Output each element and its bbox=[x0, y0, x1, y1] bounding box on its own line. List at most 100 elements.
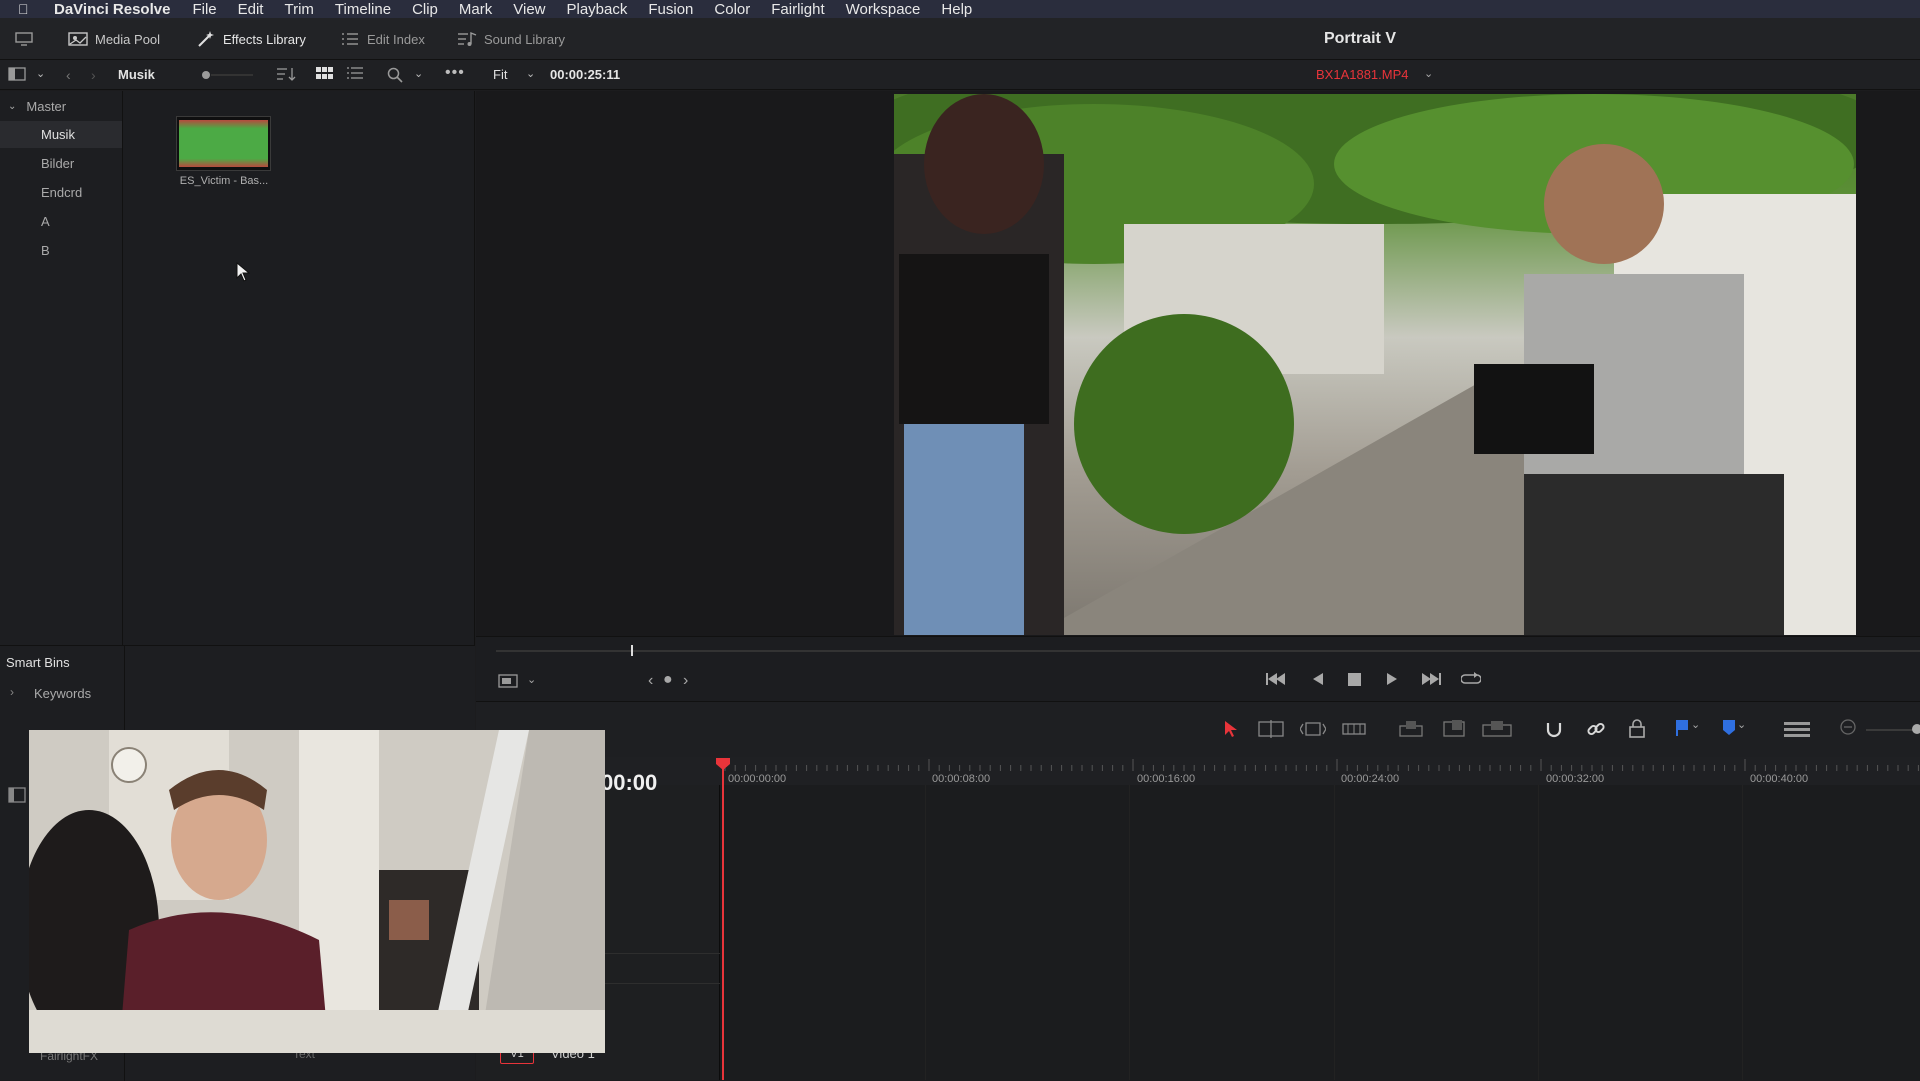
menu-file[interactable]: File bbox=[192, 1, 216, 18]
ruler-ticks bbox=[724, 759, 1919, 771]
bin-item-musik[interactable]: Musik bbox=[0, 121, 122, 148]
menu-help[interactable]: Help bbox=[941, 1, 972, 18]
menu-edit[interactable]: Edit bbox=[238, 1, 264, 18]
forward-arrow-icon[interactable]: › bbox=[91, 67, 96, 83]
grid-view-icon[interactable] bbox=[316, 67, 334, 81]
bin-item-endcrd[interactable]: Endcrd bbox=[0, 179, 122, 206]
flag-chevron-icon[interactable]: ⌄ bbox=[1691, 718, 1700, 731]
sound-library-button[interactable]: Sound Library bbox=[457, 28, 565, 50]
grid-line bbox=[925, 785, 926, 1080]
edit-index-button[interactable]: Edit Index bbox=[340, 28, 425, 50]
scrubber-playhead[interactable] bbox=[631, 645, 633, 656]
menu-workspace[interactable]: Workspace bbox=[846, 1, 921, 18]
stop-icon[interactable] bbox=[1348, 673, 1361, 691]
bin-master[interactable]: ⌄ Master bbox=[0, 93, 122, 120]
timeline-zoom-handle[interactable] bbox=[1912, 724, 1920, 734]
prev-clip-icon[interactable]: ‹ bbox=[648, 672, 653, 690]
snapping-icon[interactable] bbox=[1544, 719, 1564, 744]
clip-name-select[interactable]: BX1A1881.MP4 bbox=[1316, 67, 1409, 82]
menu-app-name[interactable]: DaVinci Resolve bbox=[54, 1, 170, 18]
blade-tool-icon[interactable] bbox=[1342, 720, 1366, 743]
media-clip-thumbnail[interactable] bbox=[176, 116, 271, 171]
media-clip-label: ES_Victim - Bas... bbox=[179, 175, 269, 187]
webcam-overlay bbox=[29, 730, 605, 1053]
dynamic-trim-icon[interactable] bbox=[1299, 720, 1327, 743]
bin-item-a[interactable]: A bbox=[0, 208, 122, 235]
timeline-playhead[interactable] bbox=[722, 759, 724, 1080]
search-options-chevron-icon[interactable]: ⌄ bbox=[414, 67, 423, 80]
bin-item-b[interactable]: B bbox=[0, 237, 122, 264]
clip-name-chevron-icon[interactable]: ⌄ bbox=[1424, 67, 1433, 80]
jump-to-start-icon[interactable] bbox=[1266, 672, 1286, 691]
chevron-down-icon: ⌄ bbox=[8, 101, 17, 112]
menu-trim[interactable]: Trim bbox=[284, 1, 313, 18]
more-options-icon[interactable]: ••• bbox=[445, 64, 465, 82]
reverse-play-icon[interactable] bbox=[1312, 672, 1324, 691]
menu-clip[interactable]: Clip bbox=[412, 1, 438, 18]
selection-tool-icon[interactable] bbox=[1224, 720, 1238, 743]
timeline-ruler[interactable]: 00:00:00:00 00:00:08:00 00:00:16:00 00:0… bbox=[605, 757, 1920, 785]
viewer-zoom-select[interactable]: Fit bbox=[493, 67, 507, 82]
bin-item-label: B bbox=[41, 243, 50, 258]
bin-item-bilder[interactable]: Bilder bbox=[0, 150, 122, 177]
play-icon[interactable] bbox=[1386, 672, 1398, 691]
menu-fusion[interactable]: Fusion bbox=[648, 1, 693, 18]
overwrite-clip-icon[interactable] bbox=[1442, 720, 1466, 743]
chevron-down-icon[interactable]: ⌄ bbox=[36, 67, 45, 80]
marker-icon[interactable] bbox=[1722, 719, 1736, 742]
menu-view[interactable]: View bbox=[513, 1, 545, 18]
next-clip-icon[interactable]: › bbox=[683, 672, 688, 690]
menu-fairlight[interactable]: Fairlight bbox=[771, 1, 824, 18]
marker-chevron-icon[interactable]: ⌄ bbox=[1737, 718, 1746, 731]
replace-clip-icon[interactable] bbox=[1482, 720, 1512, 743]
monitor-icon bbox=[14, 31, 34, 47]
zoom-out-icon[interactable] bbox=[1840, 719, 1856, 740]
viewer-frame[interactable] bbox=[894, 94, 1856, 635]
media-pool-label: Media Pool bbox=[95, 31, 161, 47]
viewer-layout-chevron-icon[interactable]: ⌄ bbox=[527, 673, 536, 686]
bin-list-panel: ⌄ Master Musik Bilder Endcrd A B bbox=[0, 91, 123, 731]
zoom-chevron-icon[interactable]: ⌄ bbox=[526, 67, 535, 80]
scrubber-track[interactable] bbox=[496, 650, 1920, 652]
timeline-toolbar: ⌄ ⌄ bbox=[476, 701, 1920, 757]
sort-icon[interactable] bbox=[276, 67, 296, 81]
chevron-right-icon[interactable]: › bbox=[10, 685, 14, 699]
menu-color[interactable]: Color bbox=[714, 1, 750, 18]
list-view-icon[interactable] bbox=[347, 67, 363, 79]
panel-toggle-icon[interactable] bbox=[8, 787, 26, 808]
apple-icon[interactable]:  bbox=[18, 1, 36, 17]
trim-tool-icon[interactable] bbox=[1258, 720, 1284, 743]
edit-index-label: Edit Index bbox=[367, 31, 425, 47]
bin-item-label: Musik bbox=[41, 127, 75, 142]
audio-waveform-icon bbox=[179, 120, 268, 167]
flag-icon[interactable] bbox=[1676, 719, 1690, 742]
insert-clip-icon[interactable] bbox=[1398, 720, 1424, 743]
loop-icon[interactable] bbox=[1460, 671, 1482, 692]
linked-selection-icon[interactable] bbox=[1586, 719, 1606, 744]
back-arrow-icon[interactable]: ‹ bbox=[66, 67, 71, 83]
menu-timeline[interactable]: Timeline bbox=[335, 1, 391, 18]
viewer-transport-bar: ⌄ ‹ ● › bbox=[476, 636, 1920, 701]
current-bin-name: Musik bbox=[118, 67, 155, 82]
menu-playback[interactable]: Playback bbox=[567, 1, 628, 18]
search-icon[interactable] bbox=[387, 67, 403, 83]
main-toolbar: Media Pool Effects Library Edit Index So… bbox=[0, 18, 1920, 60]
keywords-item[interactable]: Keywords bbox=[34, 686, 91, 701]
effects-library-button[interactable]: Effects Library bbox=[196, 28, 306, 50]
menu-mark[interactable]: Mark bbox=[459, 1, 492, 18]
thumbnail-size-slider[interactable] bbox=[201, 70, 253, 80]
timeline-view-options-icon[interactable] bbox=[1784, 720, 1810, 743]
grid-line bbox=[1334, 785, 1335, 1080]
viewer-layout-icon[interactable] bbox=[498, 674, 518, 693]
grid-line bbox=[1538, 785, 1539, 1080]
jump-to-end-icon[interactable] bbox=[1421, 672, 1441, 691]
magic-wand-icon bbox=[196, 31, 216, 47]
ruler-label: 00:00:08:00 bbox=[932, 773, 991, 785]
panel-layout-icon[interactable] bbox=[8, 67, 26, 81]
media-pool-button[interactable]: Media Pool bbox=[68, 28, 160, 50]
playhead-handle-icon[interactable] bbox=[716, 757, 730, 775]
grid-line bbox=[1742, 785, 1743, 1080]
bin-item-label: Bilder bbox=[41, 156, 75, 171]
workspace-toggle-button[interactable] bbox=[14, 28, 41, 50]
position-lock-icon[interactable] bbox=[1628, 718, 1646, 743]
